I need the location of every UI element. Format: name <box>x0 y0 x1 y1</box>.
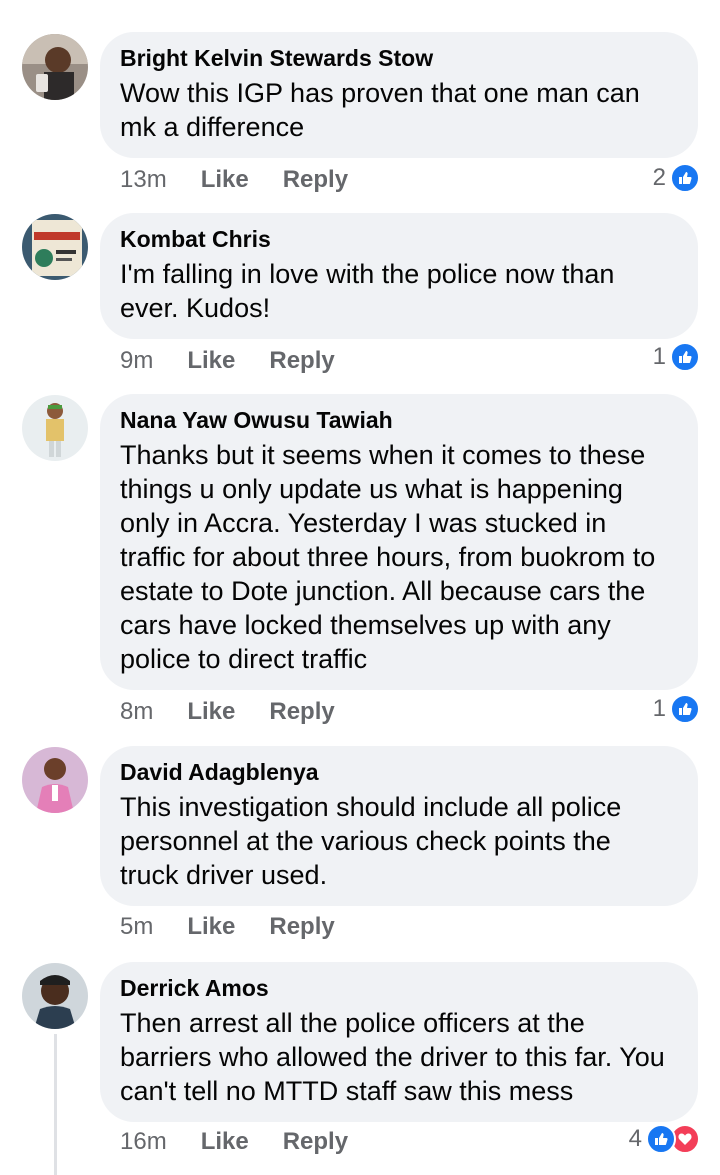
comment-text-line: cars have locked themselves up with any <box>120 610 611 640</box>
comment-text-line: mk a difference <box>120 112 305 142</box>
reaction-count: 4 <box>628 1125 642 1152</box>
like-icon <box>670 163 700 193</box>
comment-text-line: Thanks but it seems when it comes to the… <box>120 440 646 470</box>
comment-time[interactable]: 9m <box>120 347 153 375</box>
comment-text-line: traffic for about three hours, from buok… <box>120 542 656 572</box>
comment-text: Thanks but it seems when it comes to the… <box>120 438 678 676</box>
like-button[interactable]: Like <box>187 347 235 375</box>
like-icon <box>670 342 700 372</box>
like-button[interactable]: Like <box>187 698 235 726</box>
comment-text-line: Then arrest all the police officers at t… <box>120 1008 585 1038</box>
comment-text: Wow this IGP has proven that one man can… <box>120 76 678 144</box>
comment-author[interactable]: Nana Yaw Owusu Tawiah <box>120 406 678 434</box>
reply-button[interactable]: Reply <box>283 166 348 194</box>
comment-text: I'm falling in love with the police now … <box>120 257 678 325</box>
comment-text-line: barriers who allowed the driver to this … <box>120 1042 665 1072</box>
reply-button[interactable]: Reply <box>269 698 334 726</box>
comment-time[interactable]: 13m <box>120 166 167 194</box>
avatar[interactable] <box>22 747 88 813</box>
comment-actions: 9m Like Reply <box>120 343 335 379</box>
comment-actions: 8m Like Reply <box>120 694 335 730</box>
comment-bubble: Nana Yaw Owusu Tawiah Thanks but it seem… <box>100 394 698 690</box>
comment-text-line: things u only update us what is happenin… <box>120 474 623 504</box>
reply-button[interactable]: Reply <box>283 1128 348 1156</box>
comment-bubble: David Adagblenya This investigation shou… <box>100 746 698 906</box>
like-icon <box>670 694 700 724</box>
comment-text-line: Wow this IGP has proven that one man can <box>120 78 640 108</box>
comment-time[interactable]: 5m <box>120 913 153 941</box>
comment-text-line: estate to Dote junction. All because car… <box>120 576 646 606</box>
comment-time[interactable]: 8m <box>120 698 153 726</box>
comment-bubble: Derrick Amos Then arrest all the police … <box>100 962 698 1122</box>
comment-actions: 13m Like Reply <box>120 162 348 198</box>
avatar[interactable] <box>22 963 88 1029</box>
reaction-summary[interactable]: 2 <box>653 162 700 194</box>
comment-author[interactable]: Bright Kelvin Stewards Stow <box>120 44 678 72</box>
reply-thread-line <box>54 1034 57 1175</box>
reply-button[interactable]: Reply <box>269 913 334 941</box>
comment-text-line: truck driver used. <box>120 860 328 890</box>
like-button[interactable]: Like <box>201 1128 249 1156</box>
comment-time[interactable]: 16m <box>120 1128 167 1156</box>
avatar[interactable] <box>22 395 88 461</box>
comment-author[interactable]: Kombat Chris <box>120 225 678 253</box>
comment-text-line: only in Accra. Yesterday I was stucked i… <box>120 508 607 538</box>
reaction-count: 1 <box>652 343 666 370</box>
reaction-count: 2 <box>652 164 666 191</box>
reaction-count: 1 <box>652 695 666 722</box>
comment-author[interactable]: David Adagblenya <box>120 758 678 786</box>
comment-text: This investigation should include all po… <box>120 790 678 892</box>
comment-bubble: Kombat Chris I'm falling in love with th… <box>100 213 698 339</box>
like-button[interactable]: Like <box>187 913 235 941</box>
reaction-summary[interactable]: 1 <box>653 693 700 725</box>
avatar[interactable] <box>22 34 88 100</box>
reply-button[interactable]: Reply <box>269 347 334 375</box>
like-button[interactable]: Like <box>201 166 249 194</box>
comment-text: Then arrest all the police officers at t… <box>120 1006 678 1108</box>
comment-text-line: police to direct traffic <box>120 644 368 674</box>
comment-text-line: This investigation should include all po… <box>120 792 622 822</box>
comment-bubble: Bright Kelvin Stewards Stow Wow this IGP… <box>100 32 698 158</box>
comment-text-line: ever. Kudos! <box>120 293 271 323</box>
reaction-summary[interactable]: 4 <box>629 1123 700 1155</box>
reaction-summary[interactable]: 1 <box>653 341 700 373</box>
comment-actions: 5m Like Reply <box>120 909 335 945</box>
comment-author[interactable]: Derrick Amos <box>120 974 678 1002</box>
avatar[interactable] <box>22 214 88 280</box>
comment-text-line: I'm falling in love with the police now … <box>120 259 615 289</box>
comment-text-line: can't tell no MTTD staff saw this mess <box>120 1076 574 1106</box>
like-icon <box>646 1124 676 1154</box>
comment-text-line: personnel at the various check points th… <box>120 826 611 856</box>
comment-actions: 16m Like Reply <box>120 1124 348 1160</box>
